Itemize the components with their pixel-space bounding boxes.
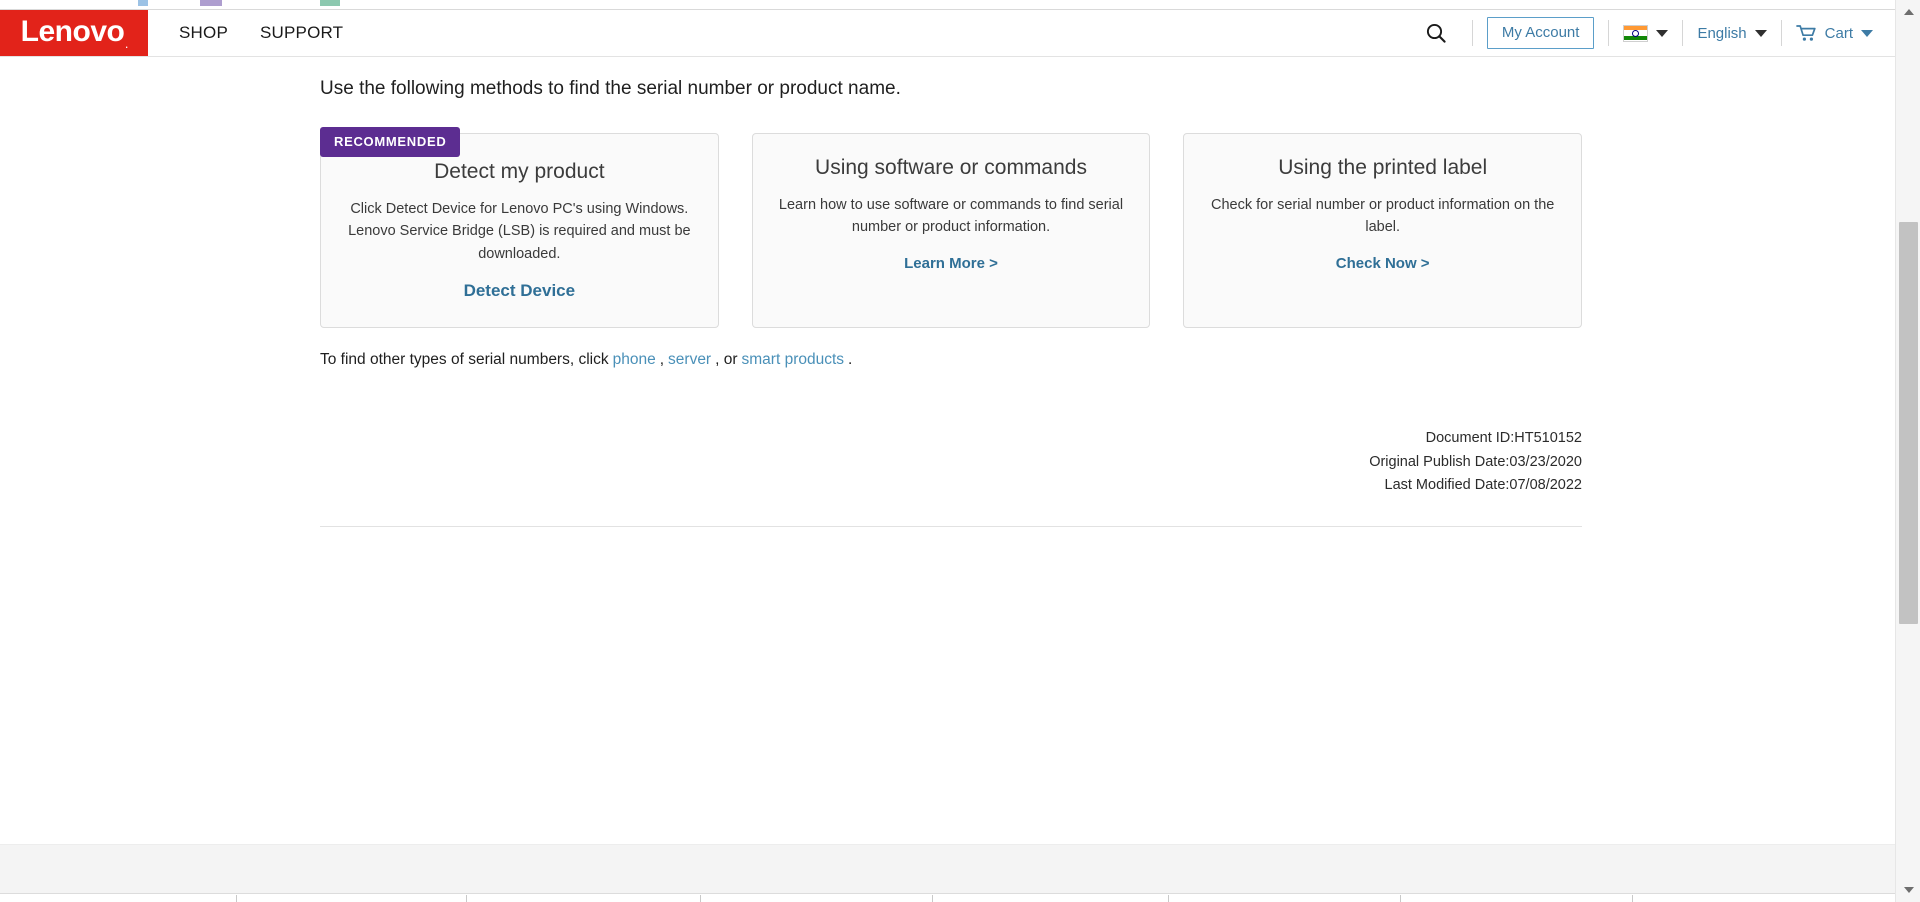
nav-item-support[interactable]: SUPPORT	[260, 23, 343, 43]
document-id: Document ID:HT510152	[320, 427, 1582, 450]
card-title: Using the printed label	[1206, 156, 1559, 180]
other-serial-types-line: To find other types of serial numbers, c…	[320, 351, 1582, 369]
chevron-down-icon	[1755, 30, 1767, 37]
other-serials-sep2: , or	[715, 351, 737, 368]
my-account-button[interactable]: My Account	[1487, 17, 1595, 49]
card-using-the-printed-label[interactable]: Using the printed label Check for serial…	[1183, 133, 1582, 328]
server-link[interactable]: server	[668, 351, 711, 368]
nav-item-shop[interactable]: SHOP	[179, 23, 228, 43]
last-modified-date: Last Modified Date:07/08/2022	[320, 474, 1582, 497]
lenovo-logo-text: Lenovo.	[21, 17, 128, 50]
chevron-down-icon	[1656, 30, 1668, 37]
card-detect-my-product[interactable]: Detect my product Click Detect Device fo…	[320, 133, 719, 328]
header-divider	[1781, 20, 1782, 46]
lenovo-logo[interactable]: Lenovo.	[0, 10, 148, 56]
page-intro-text: Use the following methods to find the se…	[320, 78, 1582, 100]
methods-card-group: Detect my product Click Detect Device fo…	[320, 133, 1582, 328]
search-icon[interactable]	[1414, 22, 1458, 44]
smart-products-link[interactable]: smart products	[742, 351, 845, 368]
other-serials-prefix: To find other types of serial numbers, c…	[320, 351, 609, 368]
footer-band	[0, 844, 1895, 894]
other-serials-sep1: ,	[660, 351, 664, 368]
content-divider	[320, 526, 1582, 527]
cut-off-content-sliver	[0, 0, 1895, 9]
phone-link[interactable]: phone	[613, 351, 656, 368]
sliver-mark	[320, 0, 340, 6]
card-description: Learn how to use software or commands to…	[775, 194, 1128, 239]
main-content: Use the following methods to find the se…	[0, 57, 1895, 844]
status-badge: RECOMMENDED	[320, 127, 460, 157]
country-selector[interactable]	[1623, 25, 1668, 42]
language-label: English	[1697, 25, 1746, 42]
primary-nav: SHOP SUPPORT	[148, 10, 343, 56]
card-description: Check for serial number or product infor…	[1206, 194, 1559, 239]
header-divider	[1608, 20, 1609, 46]
card-using-software-or-commands[interactable]: Using software or commands Learn how to …	[752, 133, 1151, 328]
page-scrollbar[interactable]	[1895, 0, 1920, 902]
other-serials-suffix: .	[848, 351, 852, 368]
sliver-mark	[138, 0, 148, 6]
cart-label: Cart	[1825, 25, 1853, 42]
cart-button[interactable]: Cart	[1796, 24, 1873, 42]
document-metadata: Document ID:HT510152 Original Publish Da…	[320, 427, 1582, 497]
scroll-down-arrow-icon[interactable]	[1896, 880, 1920, 900]
india-flag-icon	[1623, 25, 1648, 42]
original-publish-date: Original Publish Date:03/23/2020	[320, 451, 1582, 474]
chevron-down-icon	[1861, 30, 1873, 37]
card-title: Using software or commands	[775, 156, 1128, 180]
card-title: Detect my product	[343, 160, 696, 184]
cart-icon	[1796, 24, 1817, 42]
card-description: Click Detect Device for Lenovo PC's usin…	[343, 198, 696, 265]
below-fold-ticks	[0, 895, 1895, 902]
scrollbar-thumb[interactable]	[1899, 222, 1918, 624]
site-header: Lenovo. SHOP SUPPORT My Account	[0, 9, 1895, 57]
lenovo-logo-word: Lenovo	[21, 15, 125, 48]
content-container: Use the following methods to find the se…	[320, 57, 1582, 527]
detect-device-link[interactable]: Detect Device	[464, 281, 576, 301]
learn-more-link[interactable]: Learn More >	[904, 255, 998, 272]
header-divider	[1682, 20, 1683, 46]
page-root: Lenovo. SHOP SUPPORT My Account	[0, 0, 1920, 902]
check-now-link[interactable]: Check Now >	[1336, 255, 1430, 272]
header-utility-nav: My Account English	[1414, 10, 1895, 56]
header-divider	[1472, 20, 1473, 46]
scroll-up-arrow-icon[interactable]	[1896, 2, 1920, 22]
lenovo-logo-tm: .	[125, 40, 127, 50]
sliver-mark	[200, 0, 222, 6]
header-spacer	[343, 10, 1414, 56]
language-selector[interactable]: English	[1697, 25, 1766, 42]
